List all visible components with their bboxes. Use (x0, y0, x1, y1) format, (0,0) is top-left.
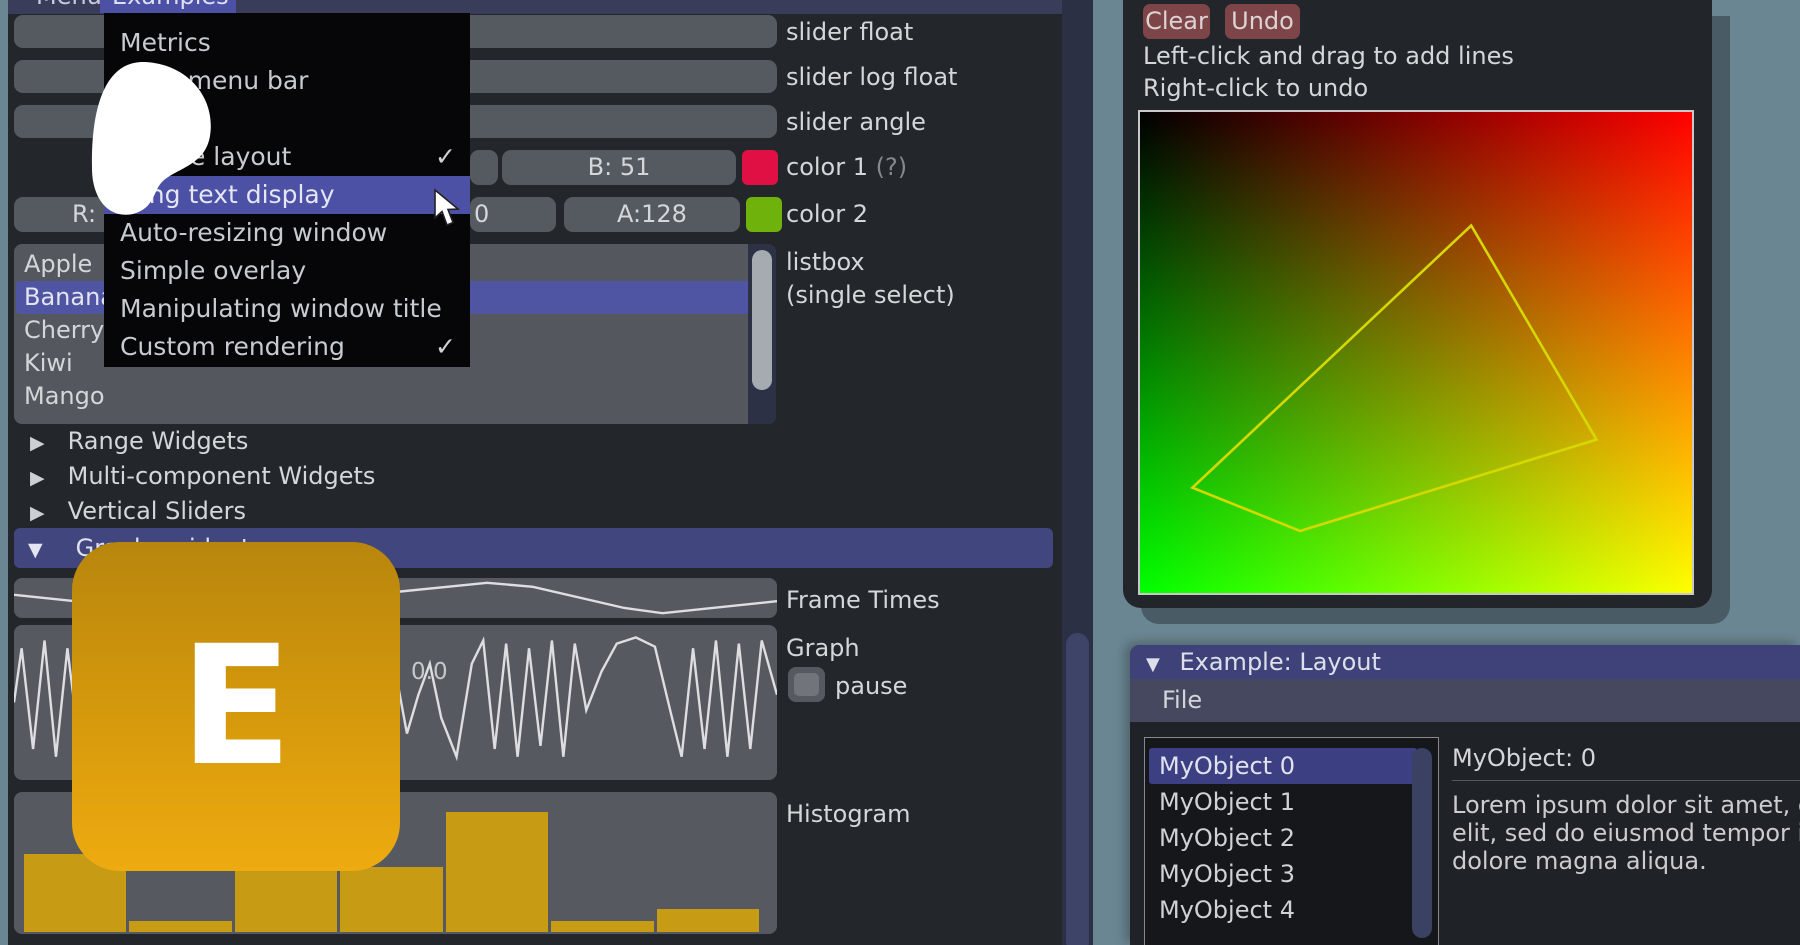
color2-label: color 2 (786, 200, 868, 228)
color1-help-icon[interactable]: (?) (876, 153, 907, 181)
chevron-right-icon: ▶ (30, 496, 60, 531)
myobject-list: MyObject 0 MyObject 1 MyObject 2 MyObjec… (1144, 737, 1439, 945)
detail-body: Lorem ipsum dolor sit amet, co elit, sed… (1452, 791, 1800, 875)
color2-b-field[interactable]: 0 (470, 197, 556, 232)
color1-g-field[interactable] (470, 150, 498, 185)
pause-checkbox[interactable] (788, 667, 825, 702)
list-item[interactable]: MyObject 2 (1149, 820, 1417, 856)
color1-label: color 1 (?) (786, 153, 907, 181)
key-overlay-e: E (72, 542, 400, 871)
example-layout-menubar: File (1130, 679, 1800, 722)
tree-node-multi-component[interactable]: ▶ Multi-component Widgets (30, 459, 375, 494)
check-icon: ✓ (435, 328, 456, 366)
slider-log-float-label: slider log float (786, 63, 957, 91)
instruction-line-1: Left-click and drag to add lines (1143, 42, 1514, 70)
drawing-canvas[interactable] (1138, 110, 1694, 595)
chevron-right-icon: ▶ (30, 461, 60, 496)
listbox-scrollbar-thumb[interactable] (752, 250, 772, 390)
menu-item-examples[interactable]: Examples (100, 0, 236, 13)
chevron-right-icon: ▶ (30, 426, 60, 461)
slider-angle-label: slider angle (786, 108, 926, 136)
tree-node-vertical-sliders[interactable]: ▶ Vertical Sliders (30, 494, 246, 529)
menu-item-custom-rendering[interactable]: Custom rendering ✓ (104, 328, 470, 366)
list-item[interactable]: Mango (16, 380, 756, 413)
list-scrollbar-thumb[interactable] (1412, 748, 1432, 938)
menu-bar: Menu Examples (8, 0, 1093, 14)
window-title: Example: Layout (1179, 648, 1380, 676)
tree-node-range-widgets[interactable]: ▶ Range Widgets (30, 424, 248, 459)
undo-button[interactable]: Undo (1225, 4, 1300, 39)
list-item[interactable]: MyObject 4 (1149, 892, 1417, 928)
example-layout-titlebar[interactable]: ▼ Example: Layout (1130, 645, 1800, 679)
menu-item-simple-overlay[interactable]: Simple overlay (104, 252, 470, 290)
mouse-cursor-icon (433, 188, 467, 228)
histogram-label: Histogram (786, 800, 911, 828)
graph-overlay-value: 0.0 (411, 659, 448, 685)
listbox-scrollbar[interactable] (748, 244, 776, 424)
instruction-line-2: Right-click to undo (1143, 74, 1368, 102)
chevron-down-icon[interactable]: ▼ (1130, 648, 1172, 682)
color2-swatch[interactable] (746, 197, 782, 232)
menu-item-manipulating-window-title[interactable]: Manipulating window title (104, 290, 470, 328)
example-layout-window: ▼ Example: Layout File MyObject 0 MyObje… (1130, 645, 1800, 945)
canvas-polygon (1140, 112, 1692, 593)
window-scrollbar-thumb[interactable] (1066, 633, 1089, 945)
list-item[interactable]: MyObject 3 (1149, 856, 1417, 892)
separator (1452, 780, 1800, 781)
menu-item-metrics[interactable]: Metrics (104, 24, 470, 62)
pause-checkbox-label: pause (835, 672, 907, 700)
graph-label: Graph (786, 634, 860, 662)
frame-times-label: Frame Times (786, 586, 940, 614)
desktop: Menu Examples slider float slider log fl… (0, 0, 1800, 945)
color1-b-field[interactable]: B: 51 (502, 150, 736, 185)
detail-title: MyObject: 0 (1452, 744, 1800, 772)
list-item[interactable]: MyObject 1 (1149, 784, 1417, 820)
listbox-label: listbox (786, 248, 865, 276)
slider-float-label: slider float (786, 18, 913, 46)
menu-item-file[interactable]: File (1130, 686, 1202, 714)
chevron-down-icon: ▼ (14, 530, 68, 570)
list-item-selected[interactable]: MyObject 0 (1149, 748, 1417, 784)
check-icon: ✓ (435, 138, 456, 176)
color2-a-field[interactable]: A:128 (564, 197, 740, 232)
color1-swatch[interactable] (742, 150, 778, 185)
clear-button[interactable]: Clear (1143, 4, 1210, 39)
annotation-blob (70, 58, 220, 223)
key-letter: E (180, 624, 293, 789)
custom-rendering-window: Clear Undo Left-click and drag to add li… (1123, 0, 1712, 608)
listbox-label-2: (single select) (786, 281, 955, 309)
